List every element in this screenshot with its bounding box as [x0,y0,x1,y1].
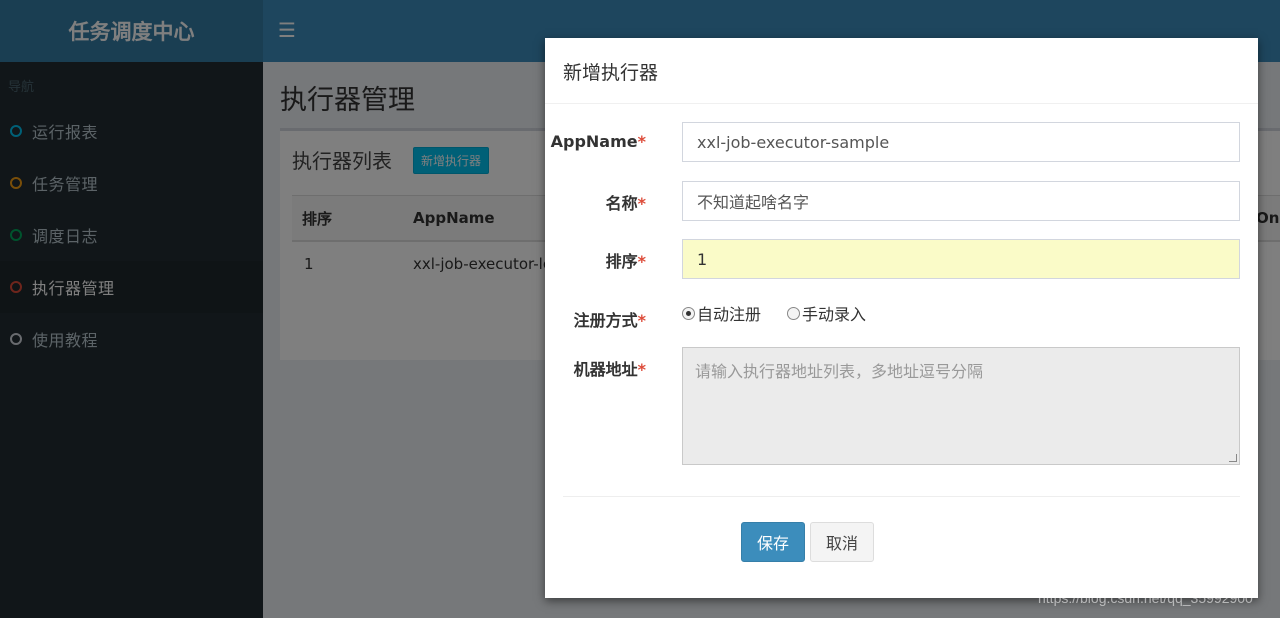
radio-manual-entry[interactable]: 手动录入 [787,301,866,325]
label-text: 注册方式 [573,311,638,330]
register-radio-group: 自动注册 手动录入 [682,301,892,325]
register-label: 注册方式* [536,307,646,331]
required-mark: * [637,252,646,271]
radio-label: 自动注册 [697,305,762,324]
label-text: 名称 [605,194,638,213]
name-input[interactable]: 不知道起啥名字 [682,181,1240,221]
required-mark: * [637,311,646,330]
required-mark: * [637,132,646,151]
label-text: 排序 [605,252,638,271]
radio-checked-icon[interactable] [682,306,695,320]
order-input[interactable]: 1 [682,239,1240,279]
watermark-text: https://blog.csdn.net/qq_35992900 [1038,590,1253,606]
modal-header: 新增执行器 [545,38,1258,104]
radio-auto-register[interactable]: 自动注册 [682,301,761,325]
name-label: 名称* [536,190,646,214]
modal-divider [563,496,1240,497]
modal-title: 新增执行器 [563,62,659,84]
resize-grip-icon[interactable] [1229,454,1237,462]
cancel-button[interactable]: 取消 [810,522,874,562]
required-mark: * [637,194,646,213]
radio-label: 手动录入 [802,305,867,324]
appname-label: AppName* [536,132,646,151]
appname-input[interactable]: xxl-job-executor-sample [682,122,1240,162]
label-text: AppName [550,132,638,151]
address-placeholder: 请输入执行器地址列表，多地址逗号分隔 [695,362,984,381]
address-label: 机器地址* [536,356,646,380]
save-button[interactable]: 保存 [741,522,805,562]
radio-unchecked-icon[interactable] [787,306,801,320]
order-label: 排序* [536,248,646,272]
add-executor-modal: 新增执行器 AppName* xxl-job-executor-sample 名… [545,38,1258,598]
required-mark: * [637,360,646,379]
label-text: 机器地址 [573,360,638,379]
address-textarea[interactable]: 请输入执行器地址列表，多地址逗号分隔 [682,347,1240,465]
